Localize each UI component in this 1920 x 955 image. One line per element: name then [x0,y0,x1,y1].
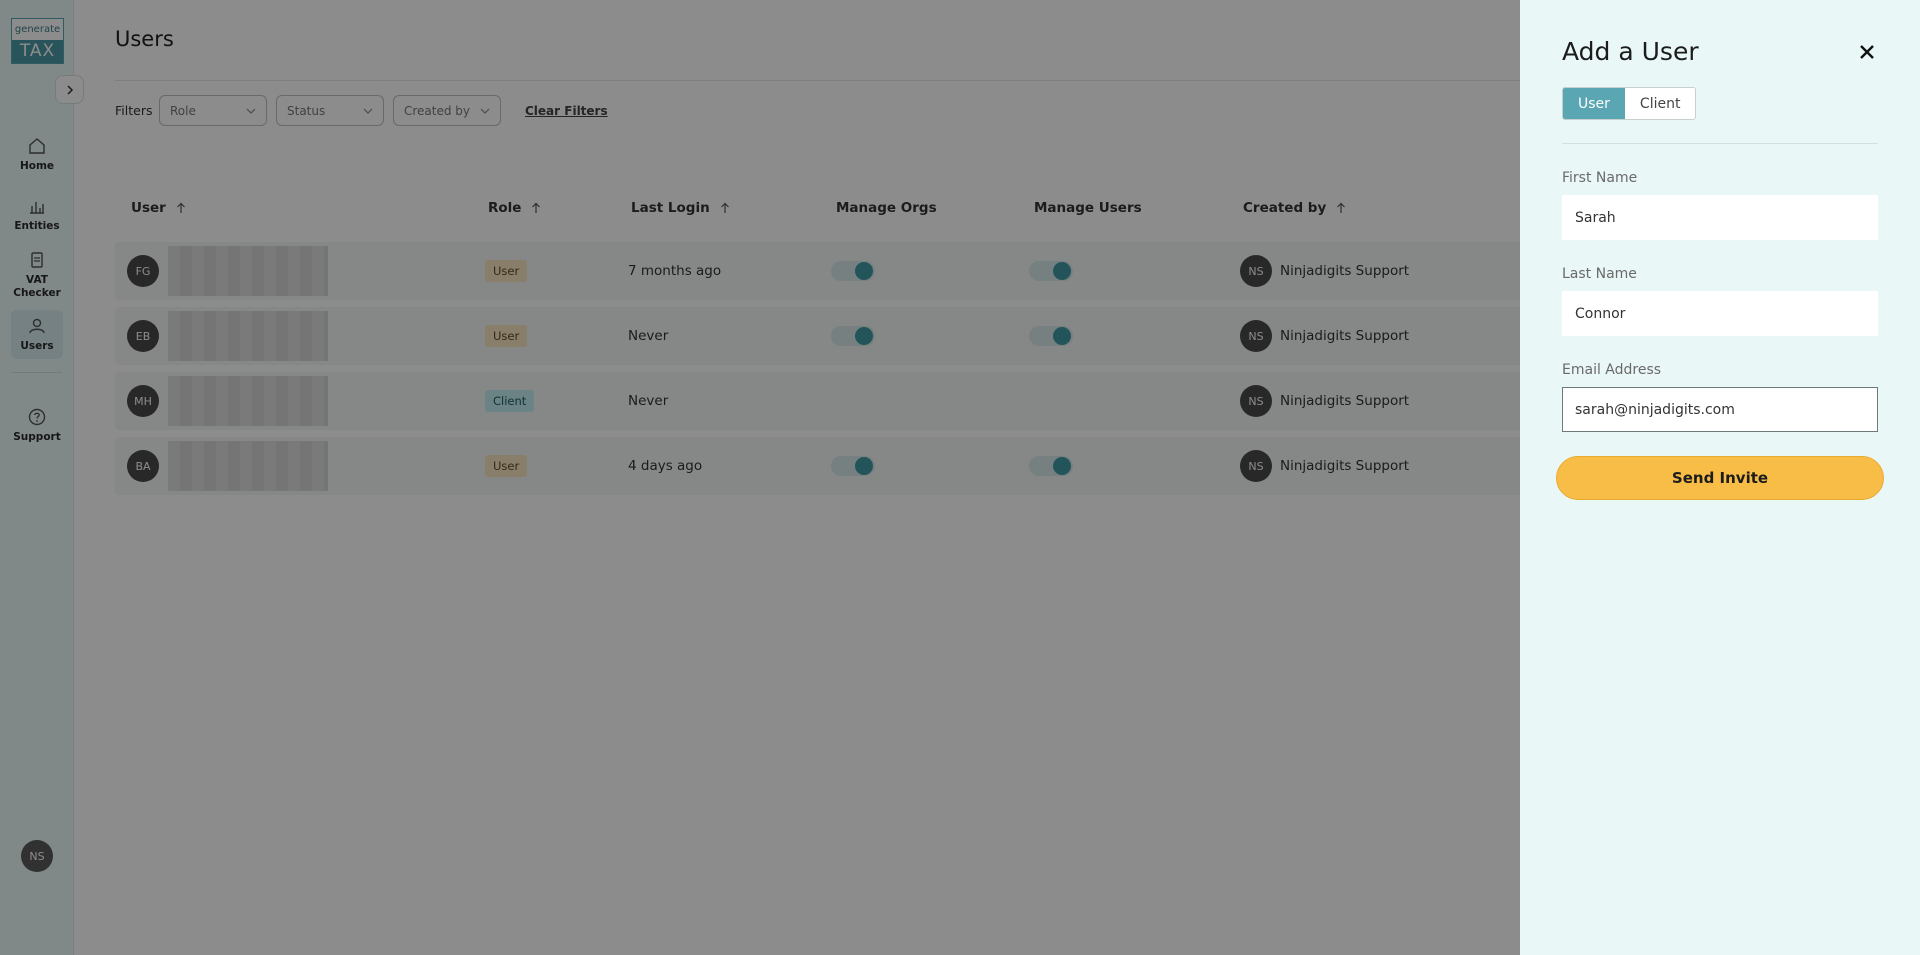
close-button[interactable] [1855,40,1879,64]
last-name-label: Last Name [1562,266,1637,282]
last-name-field[interactable] [1562,291,1878,336]
divider [1562,143,1878,144]
close-icon [1860,45,1874,59]
tab-client[interactable]: Client [1624,88,1696,119]
send-invite-button[interactable]: Send Invite [1556,456,1884,500]
email-label: Email Address [1562,362,1662,378]
user-type-tabs: User Client [1562,87,1697,120]
drawer-title: Add a User [1562,37,1699,66]
tab-user[interactable]: User [1563,88,1625,119]
first-name-label: First Name [1562,170,1638,186]
first-name-field[interactable] [1562,195,1878,240]
modal-backdrop[interactable] [0,0,1520,955]
add-user-drawer: Add a User User Client First Name Last N… [1520,0,1920,955]
email-field[interactable] [1562,387,1878,432]
